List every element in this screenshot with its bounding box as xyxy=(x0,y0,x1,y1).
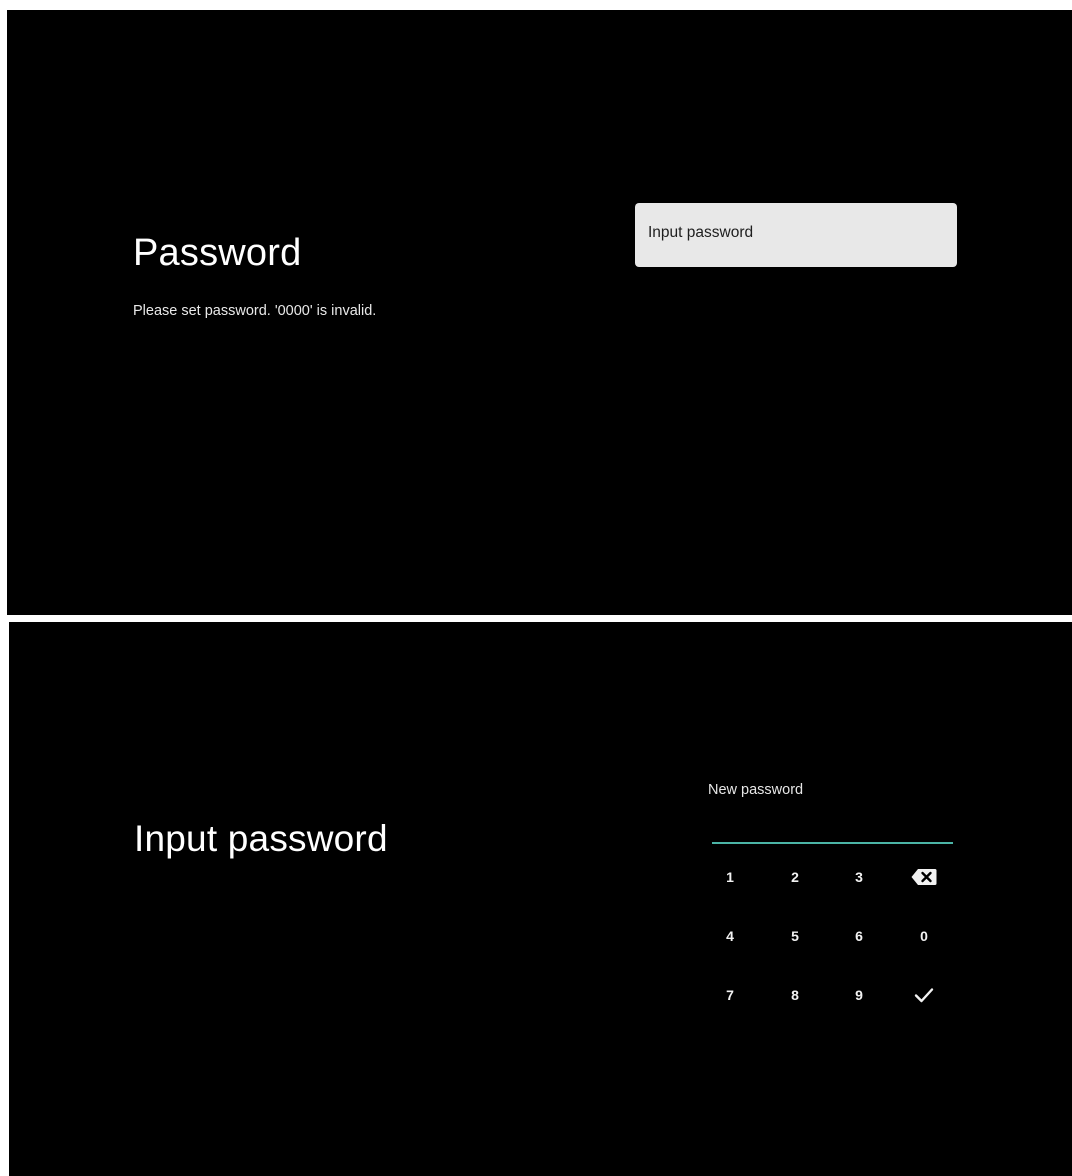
check-icon xyxy=(914,987,934,1003)
page-title: Input password xyxy=(134,818,388,859)
key-7[interactable]: 7 xyxy=(708,977,752,1013)
password-settings-screen: Password Please set password. '0000' is … xyxy=(7,10,1072,615)
new-password-label: New password xyxy=(708,782,804,798)
page-description: Please set password. '0000' is invalid. xyxy=(133,303,377,319)
key-0[interactable]: 0 xyxy=(902,918,946,954)
key-2[interactable]: 2 xyxy=(773,859,817,895)
key-5[interactable]: 5 xyxy=(773,918,817,954)
input-password-screen: Input password New password 1 2 3 4 5 6 … xyxy=(9,622,1072,1176)
confirm-key[interactable] xyxy=(902,977,946,1013)
input-password-option[interactable]: Input password xyxy=(635,203,957,267)
key-4[interactable]: 4 xyxy=(708,918,752,954)
backspace-icon xyxy=(911,868,937,886)
key-6[interactable]: 6 xyxy=(837,918,881,954)
page-title: Password xyxy=(133,232,302,274)
key-1[interactable]: 1 xyxy=(708,859,752,895)
backspace-key[interactable] xyxy=(902,859,946,895)
key-8[interactable]: 8 xyxy=(773,977,817,1013)
new-password-field[interactable] xyxy=(712,812,953,844)
key-9[interactable]: 9 xyxy=(837,977,881,1013)
key-3[interactable]: 3 xyxy=(837,859,881,895)
